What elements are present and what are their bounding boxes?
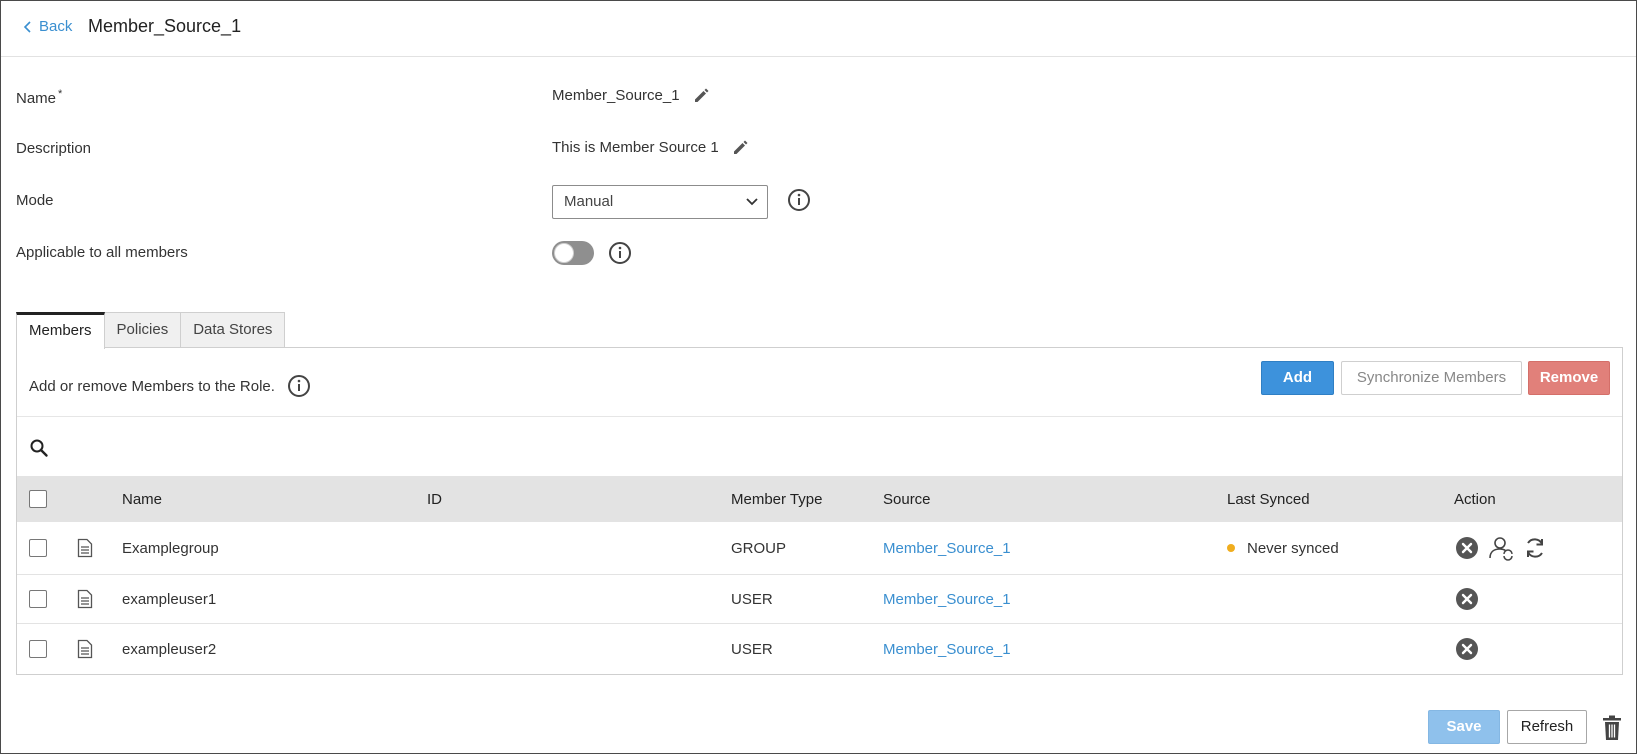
row-select-cell bbox=[29, 575, 47, 623]
description-value-row: This is Member Source 1 bbox=[552, 137, 751, 157]
remove-icon[interactable] bbox=[1454, 586, 1480, 612]
member-type: USER bbox=[731, 590, 773, 608]
action-cell bbox=[1454, 624, 1488, 674]
chevron-left-icon bbox=[23, 20, 31, 33]
required-mark: * bbox=[58, 88, 63, 100]
info-icon[interactable] bbox=[287, 374, 311, 398]
tab-members[interactable]: Members bbox=[16, 312, 105, 349]
select-all-cell bbox=[29, 476, 47, 522]
row-icon-cell bbox=[77, 522, 93, 574]
table-row[interactable]: Examplegroup GROUP Member_Source_1 Never… bbox=[17, 522, 1622, 575]
member-name: exampleuser2 bbox=[122, 640, 217, 658]
document-icon bbox=[77, 639, 93, 659]
pencil-icon[interactable] bbox=[692, 85, 712, 105]
document-icon bbox=[77, 538, 93, 558]
divider bbox=[17, 416, 1622, 417]
remove-button[interactable]: Remove bbox=[1528, 361, 1610, 395]
back-link[interactable]: Back bbox=[23, 18, 72, 35]
members-description: Add or remove Members to the Role. bbox=[29, 377, 275, 395]
tab-bar: Members Policies Data Stores bbox=[16, 312, 286, 349]
members-panel: Add or remove Members to the Role. Add S… bbox=[16, 347, 1623, 675]
remove-icon[interactable] bbox=[1454, 535, 1480, 561]
chevron-down-icon bbox=[746, 198, 758, 206]
last-synced-value: Never synced bbox=[1247, 539, 1339, 557]
page-title: Member_Source_1 bbox=[88, 16, 242, 36]
name-value-row: Member_Source_1 bbox=[552, 85, 712, 105]
toggle-knob bbox=[554, 243, 574, 263]
member-name: exampleuser1 bbox=[122, 590, 217, 608]
column-header-last-synced[interactable]: Last Synced bbox=[1227, 476, 1310, 522]
trash-icon[interactable] bbox=[1601, 715, 1623, 741]
row-select-cell bbox=[29, 522, 47, 574]
mode-label: Mode bbox=[16, 192, 54, 209]
applicable-toggle[interactable] bbox=[552, 241, 594, 265]
name-label: Name * bbox=[16, 88, 63, 107]
refresh-icon[interactable] bbox=[1522, 535, 1548, 561]
members-description-row: Add or remove Members to the Role. bbox=[29, 374, 311, 398]
name-value: Member_Source_1 bbox=[552, 86, 680, 104]
member-source-link[interactable]: Member_Source_1 bbox=[883, 522, 1011, 574]
member-type: GROUP bbox=[731, 539, 787, 557]
row-checkbox[interactable] bbox=[29, 539, 47, 557]
add-button[interactable]: Add bbox=[1261, 361, 1334, 395]
info-icon[interactable] bbox=[608, 241, 632, 265]
row-checkbox[interactable] bbox=[29, 590, 47, 608]
column-header-member-type[interactable]: Member Type bbox=[731, 476, 822, 522]
table-header: Name ID Member Type Source Last Synced A… bbox=[17, 476, 1622, 522]
column-header-source[interactable]: Source bbox=[883, 476, 931, 522]
mode-select[interactable]: Manual bbox=[552, 185, 768, 219]
save-button[interactable]: Save bbox=[1428, 710, 1500, 744]
table-row[interactable]: exampleuser1 USER Member_Source_1 bbox=[17, 575, 1622, 624]
member-name: Examplegroup bbox=[122, 539, 219, 557]
pencil-icon[interactable] bbox=[731, 137, 751, 157]
back-label: Back bbox=[39, 18, 73, 35]
search-icon[interactable] bbox=[29, 438, 49, 458]
member-source-link[interactable]: Member_Source_1 bbox=[883, 624, 1011, 674]
description-label: Description bbox=[16, 140, 92, 157]
action-cell bbox=[1454, 522, 1556, 574]
page-header: Back Member_Source_1 bbox=[1, 1, 1636, 57]
member-source-link[interactable]: Member_Source_1 bbox=[883, 575, 1011, 623]
row-icon-cell bbox=[77, 575, 93, 623]
row-select-cell bbox=[29, 624, 47, 674]
action-cell bbox=[1454, 575, 1488, 623]
column-header-action: Action bbox=[1454, 490, 1496, 508]
description-value: This is Member Source 1 bbox=[552, 138, 719, 156]
remove-icon[interactable] bbox=[1454, 636, 1480, 662]
user-sync-icon[interactable] bbox=[1488, 535, 1514, 561]
refresh-button[interactable]: Refresh bbox=[1507, 710, 1587, 744]
table-row[interactable]: exampleuser2 USER Member_Source_1 bbox=[17, 624, 1622, 674]
column-header-id[interactable]: ID bbox=[427, 476, 442, 522]
tab-data-stores[interactable]: Data Stores bbox=[180, 312, 286, 348]
document-icon bbox=[77, 589, 93, 609]
column-header-name[interactable]: Name bbox=[122, 476, 162, 522]
member-source-page: Back Member_Source_1 Name * Member_Source… bbox=[0, 0, 1637, 754]
member-type: USER bbox=[731, 640, 773, 658]
tab-policies[interactable]: Policies bbox=[103, 312, 182, 348]
last-synced-cell: Never synced bbox=[1227, 522, 1339, 574]
synchronize-members-button[interactable]: Synchronize Members bbox=[1341, 361, 1522, 395]
applicable-label: Applicable to all members bbox=[16, 244, 188, 261]
info-icon[interactable] bbox=[787, 188, 811, 212]
mode-selected-value: Manual bbox=[564, 193, 614, 210]
select-all-checkbox[interactable] bbox=[29, 490, 47, 508]
row-checkbox[interactable] bbox=[29, 640, 47, 658]
row-icon-cell bbox=[77, 624, 93, 674]
status-dot bbox=[1227, 544, 1235, 552]
